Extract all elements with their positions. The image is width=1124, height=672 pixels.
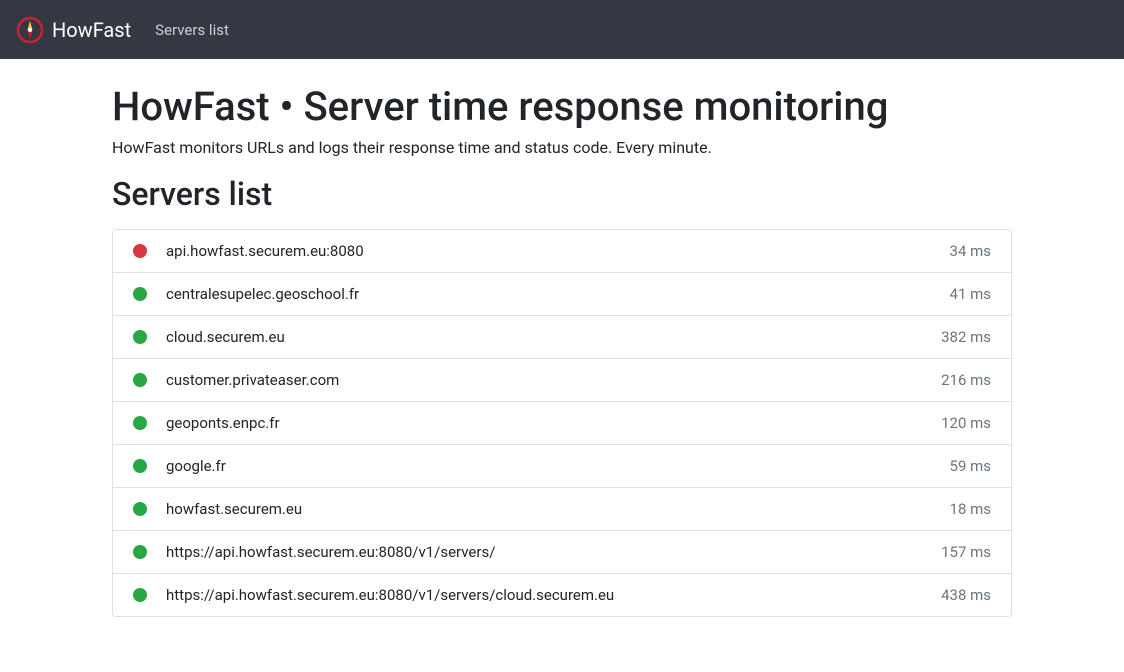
server-url: customer.privateaser.com bbox=[166, 371, 941, 389]
server-url: api.howfast.securem.eu:8080 bbox=[166, 242, 950, 260]
server-row[interactable]: howfast.securem.eu18 ms bbox=[113, 488, 1011, 531]
status-dot-icon bbox=[133, 244, 147, 258]
brand-text: HowFast bbox=[52, 18, 131, 42]
server-response-time: 438 ms bbox=[941, 586, 991, 604]
section-title: Servers list bbox=[112, 175, 1012, 213]
status-dot-icon bbox=[133, 373, 147, 387]
server-row[interactable]: google.fr59 ms bbox=[113, 445, 1011, 488]
server-row[interactable]: api.howfast.securem.eu:808034 ms bbox=[113, 230, 1011, 273]
server-row[interactable]: centralesupelec.geoschool.fr41 ms bbox=[113, 273, 1011, 316]
compass-icon bbox=[16, 16, 44, 44]
status-dot-icon bbox=[133, 416, 147, 430]
server-response-time: 120 ms bbox=[941, 414, 991, 432]
server-row[interactable]: https://api.howfast.securem.eu:8080/v1/s… bbox=[113, 531, 1011, 574]
status-dot-icon bbox=[133, 545, 147, 559]
server-url: howfast.securem.eu bbox=[166, 500, 950, 518]
server-row[interactable]: customer.privateaser.com216 ms bbox=[113, 359, 1011, 402]
status-dot-icon bbox=[133, 502, 147, 516]
server-response-time: 382 ms bbox=[941, 328, 991, 346]
server-url: google.fr bbox=[166, 457, 950, 475]
status-dot-icon bbox=[133, 287, 147, 301]
status-dot-icon bbox=[133, 459, 147, 473]
server-row[interactable]: cloud.securem.eu382 ms bbox=[113, 316, 1011, 359]
status-dot-icon bbox=[133, 330, 147, 344]
server-response-time: 34 ms bbox=[950, 242, 991, 260]
page-title: HowFast • Server time response monitorin… bbox=[112, 83, 1012, 130]
server-url: geoponts.enpc.fr bbox=[166, 414, 941, 432]
server-response-time: 216 ms bbox=[941, 371, 991, 389]
nav-servers-list[interactable]: Servers list bbox=[155, 21, 229, 39]
server-response-time: 41 ms bbox=[950, 285, 991, 303]
server-url: https://api.howfast.securem.eu:8080/v1/s… bbox=[166, 586, 941, 604]
server-row[interactable]: https://api.howfast.securem.eu:8080/v1/s… bbox=[113, 574, 1011, 616]
page-subtitle: HowFast monitors URLs and logs their res… bbox=[112, 138, 1012, 157]
server-row[interactable]: geoponts.enpc.fr120 ms bbox=[113, 402, 1011, 445]
status-dot-icon bbox=[133, 588, 147, 602]
server-url: https://api.howfast.securem.eu:8080/v1/s… bbox=[166, 543, 941, 561]
server-response-time: 18 ms bbox=[950, 500, 991, 518]
server-response-time: 157 ms bbox=[941, 543, 991, 561]
server-response-time: 59 ms bbox=[950, 457, 991, 475]
main-container: HowFast • Server time response monitorin… bbox=[97, 83, 1027, 617]
navbar: HowFast Servers list bbox=[0, 0, 1124, 59]
server-url: centralesupelec.geoschool.fr bbox=[166, 285, 950, 303]
server-list: api.howfast.securem.eu:808034 mscentrale… bbox=[112, 229, 1012, 617]
server-url: cloud.securem.eu bbox=[166, 328, 941, 346]
brand-link[interactable]: HowFast bbox=[16, 16, 131, 44]
